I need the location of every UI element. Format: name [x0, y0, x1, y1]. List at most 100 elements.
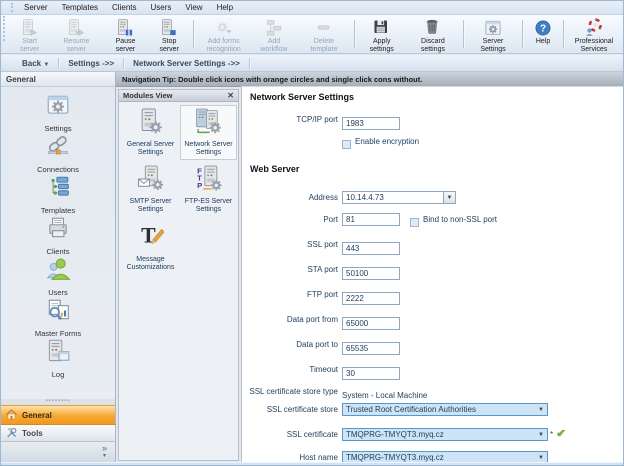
field-label: SSL certificate: [242, 428, 338, 442]
sidebar-item-settings[interactable]: Settings: [1, 92, 115, 133]
professional-services-icon: [584, 18, 604, 38]
save-icon: [372, 18, 392, 38]
module-network-server-settings[interactable]: Network Server Settings: [180, 105, 237, 160]
close-icon[interactable]: ✕: [227, 91, 234, 101]
timeout-input[interactable]: [342, 367, 400, 380]
divider: [563, 20, 564, 48]
server-settings-icon: [483, 18, 503, 38]
sidebar-tab-tools-label: Tools: [22, 429, 43, 438]
divider: [354, 20, 355, 48]
mod-ftp-icon: FTP: [195, 165, 222, 197]
menu-users[interactable]: Users: [143, 1, 178, 15]
section-heading-web: Web Server: [250, 164, 299, 174]
divider: [522, 20, 523, 48]
toolbar-button-label: Pause server: [106, 38, 144, 54]
sidebar-item-users[interactable]: Users: [1, 256, 115, 297]
chevron-down-icon[interactable]: ▼: [535, 429, 547, 440]
modules-view-title: Modules View: [123, 91, 172, 100]
chevron-down-icon[interactable]: ▼: [443, 192, 455, 203]
svg-text:P: P: [197, 181, 202, 190]
form-row-port: PortBind to non-SSL port: [242, 213, 624, 227]
valid-check-icon: ✔: [556, 428, 565, 441]
checkbox-label: Bind to non-SSL port: [423, 215, 497, 224]
required-asterisk: *: [550, 428, 553, 441]
field-label: Address: [242, 191, 338, 205]
menu-server[interactable]: Server: [17, 1, 55, 15]
add-forms-recognition-button: Add forms recognition: [197, 16, 251, 52]
menu-help[interactable]: Help: [210, 1, 240, 15]
application-window: ServerTemplatesClientsUsersViewHelp Star…: [0, 0, 624, 466]
sidebar-item-label: Users: [48, 288, 68, 297]
settings-icon: [45, 92, 71, 123]
field-label: STA port: [242, 263, 338, 277]
back-button[interactable]: Back ▼: [13, 59, 58, 68]
toolbar-button-label: Resume server: [54, 38, 98, 54]
templates-icon: [45, 174, 71, 205]
sidebar-item-label: Connections: [37, 165, 79, 174]
server-start-icon: [20, 18, 40, 38]
log-icon: [45, 338, 71, 369]
module-message-customizations[interactable]: TMessage Customizations: [122, 220, 179, 275]
divider: [193, 20, 194, 48]
delete-template-button: Delete template: [297, 16, 350, 52]
sidebar-item-clients[interactable]: Clients: [1, 215, 115, 256]
address-dropdown[interactable]: 10.14.4.73▼: [342, 191, 456, 204]
menu-templates[interactable]: Templates: [55, 1, 105, 15]
stop-server-button[interactable]: Stop server: [149, 16, 190, 52]
sidebar-tab-general[interactable]: General: [1, 405, 116, 425]
field-label: FTP port: [242, 288, 338, 302]
tcp-ip-port-input[interactable]: [342, 117, 400, 130]
module-smtp-server-settings[interactable]: SMTP Server Settings: [122, 162, 179, 217]
discard-settings-button[interactable]: Discard settings: [406, 16, 460, 52]
sidebar-item-master-forms[interactable]: Master Forms: [1, 297, 115, 338]
enable-encryption-checkbox[interactable]: [342, 140, 351, 149]
form-row-ssl-certificate: SSL certificate TMQPRG-TMYQT3.myq.cz▼*✔: [242, 428, 624, 442]
form-row-ssl-certificate-store: SSL certificate storeTrusted Root Certif…: [242, 403, 624, 417]
chevron-down-icon[interactable]: ▼: [535, 404, 547, 415]
help-button[interactable]: ?Help: [526, 16, 560, 52]
sidebar-tab-tools[interactable]: Tools: [1, 425, 116, 442]
menu-clients[interactable]: Clients: [105, 1, 143, 15]
connections-icon: [45, 133, 71, 164]
menu-view[interactable]: View: [178, 1, 209, 15]
sidebar-item-log[interactable]: Log: [1, 338, 115, 379]
sta-port-input[interactable]: [342, 267, 400, 280]
pause-server-button[interactable]: Pause server: [102, 16, 148, 52]
form-row-timeout: Timeout: [242, 363, 624, 377]
ftp-port-input[interactable]: [342, 292, 400, 305]
professional-services-button[interactable]: Professional Services: [567, 16, 621, 52]
sidebar-item-label: Log: [52, 370, 65, 379]
ssl-certificate-store-dropdown[interactable]: Trusted Root Certification Authorities▼: [342, 403, 548, 416]
toolbar-grip-icon: [3, 16, 6, 41]
menu-bar: ServerTemplatesClientsUsersViewHelp: [1, 1, 623, 15]
breadcrumb: Back ▼ Settings ->> Network Server Setti…: [1, 55, 623, 72]
ssl-port-input[interactable]: [342, 242, 400, 255]
bind-to-non-ssl-port-checkbox[interactable]: [410, 218, 419, 227]
ssl-certificate-dropdown[interactable]: TMQPRG-TMYQT3.myq.cz▼: [342, 428, 548, 441]
chevron-double-right-icon[interactable]: »▾: [102, 444, 107, 460]
module-ftp-es-server-settings[interactable]: FTPFTP-ES Server Settings: [180, 162, 237, 217]
settings-content: Network Server Settings Web Server TCP/I…: [241, 86, 624, 463]
sidebar-item-connections[interactable]: Connections: [1, 133, 115, 174]
module-label: Network Server Settings: [181, 141, 236, 157]
master-forms-icon: [45, 297, 71, 328]
sidebar-item-templates[interactable]: Templates: [1, 174, 115, 215]
data-port-to-input[interactable]: [342, 342, 400, 355]
field-label: SSL certificate store type: [242, 385, 338, 399]
apply-settings-button[interactable]: Apply settings: [358, 16, 406, 52]
field-label: TCP/IP port: [242, 113, 338, 127]
section-heading-network: Network Server Settings: [250, 92, 354, 102]
form-row-data-port-to: Data port to: [242, 338, 624, 352]
mod-general-icon: [137, 108, 164, 140]
forms-recognition-icon: [214, 18, 234, 38]
mod-smtp-icon: [137, 165, 164, 197]
toolbar-button-label: Discard settings: [410, 38, 456, 54]
module-general-server-settings[interactable]: General Server Settings: [122, 105, 179, 160]
form-row-ssl-certificate-store-type: SSL certificate store typeSystem - Local…: [242, 385, 624, 399]
server-settings-button[interactable]: Server Settings: [467, 16, 519, 52]
breadcrumb-network-server-settings[interactable]: Network Server Settings ->>: [124, 59, 249, 68]
port-input[interactable]: [342, 213, 400, 226]
trash-icon: [423, 18, 443, 38]
data-port-from-input[interactable]: [342, 317, 400, 330]
breadcrumb-settings[interactable]: Settings ->>: [59, 59, 123, 68]
